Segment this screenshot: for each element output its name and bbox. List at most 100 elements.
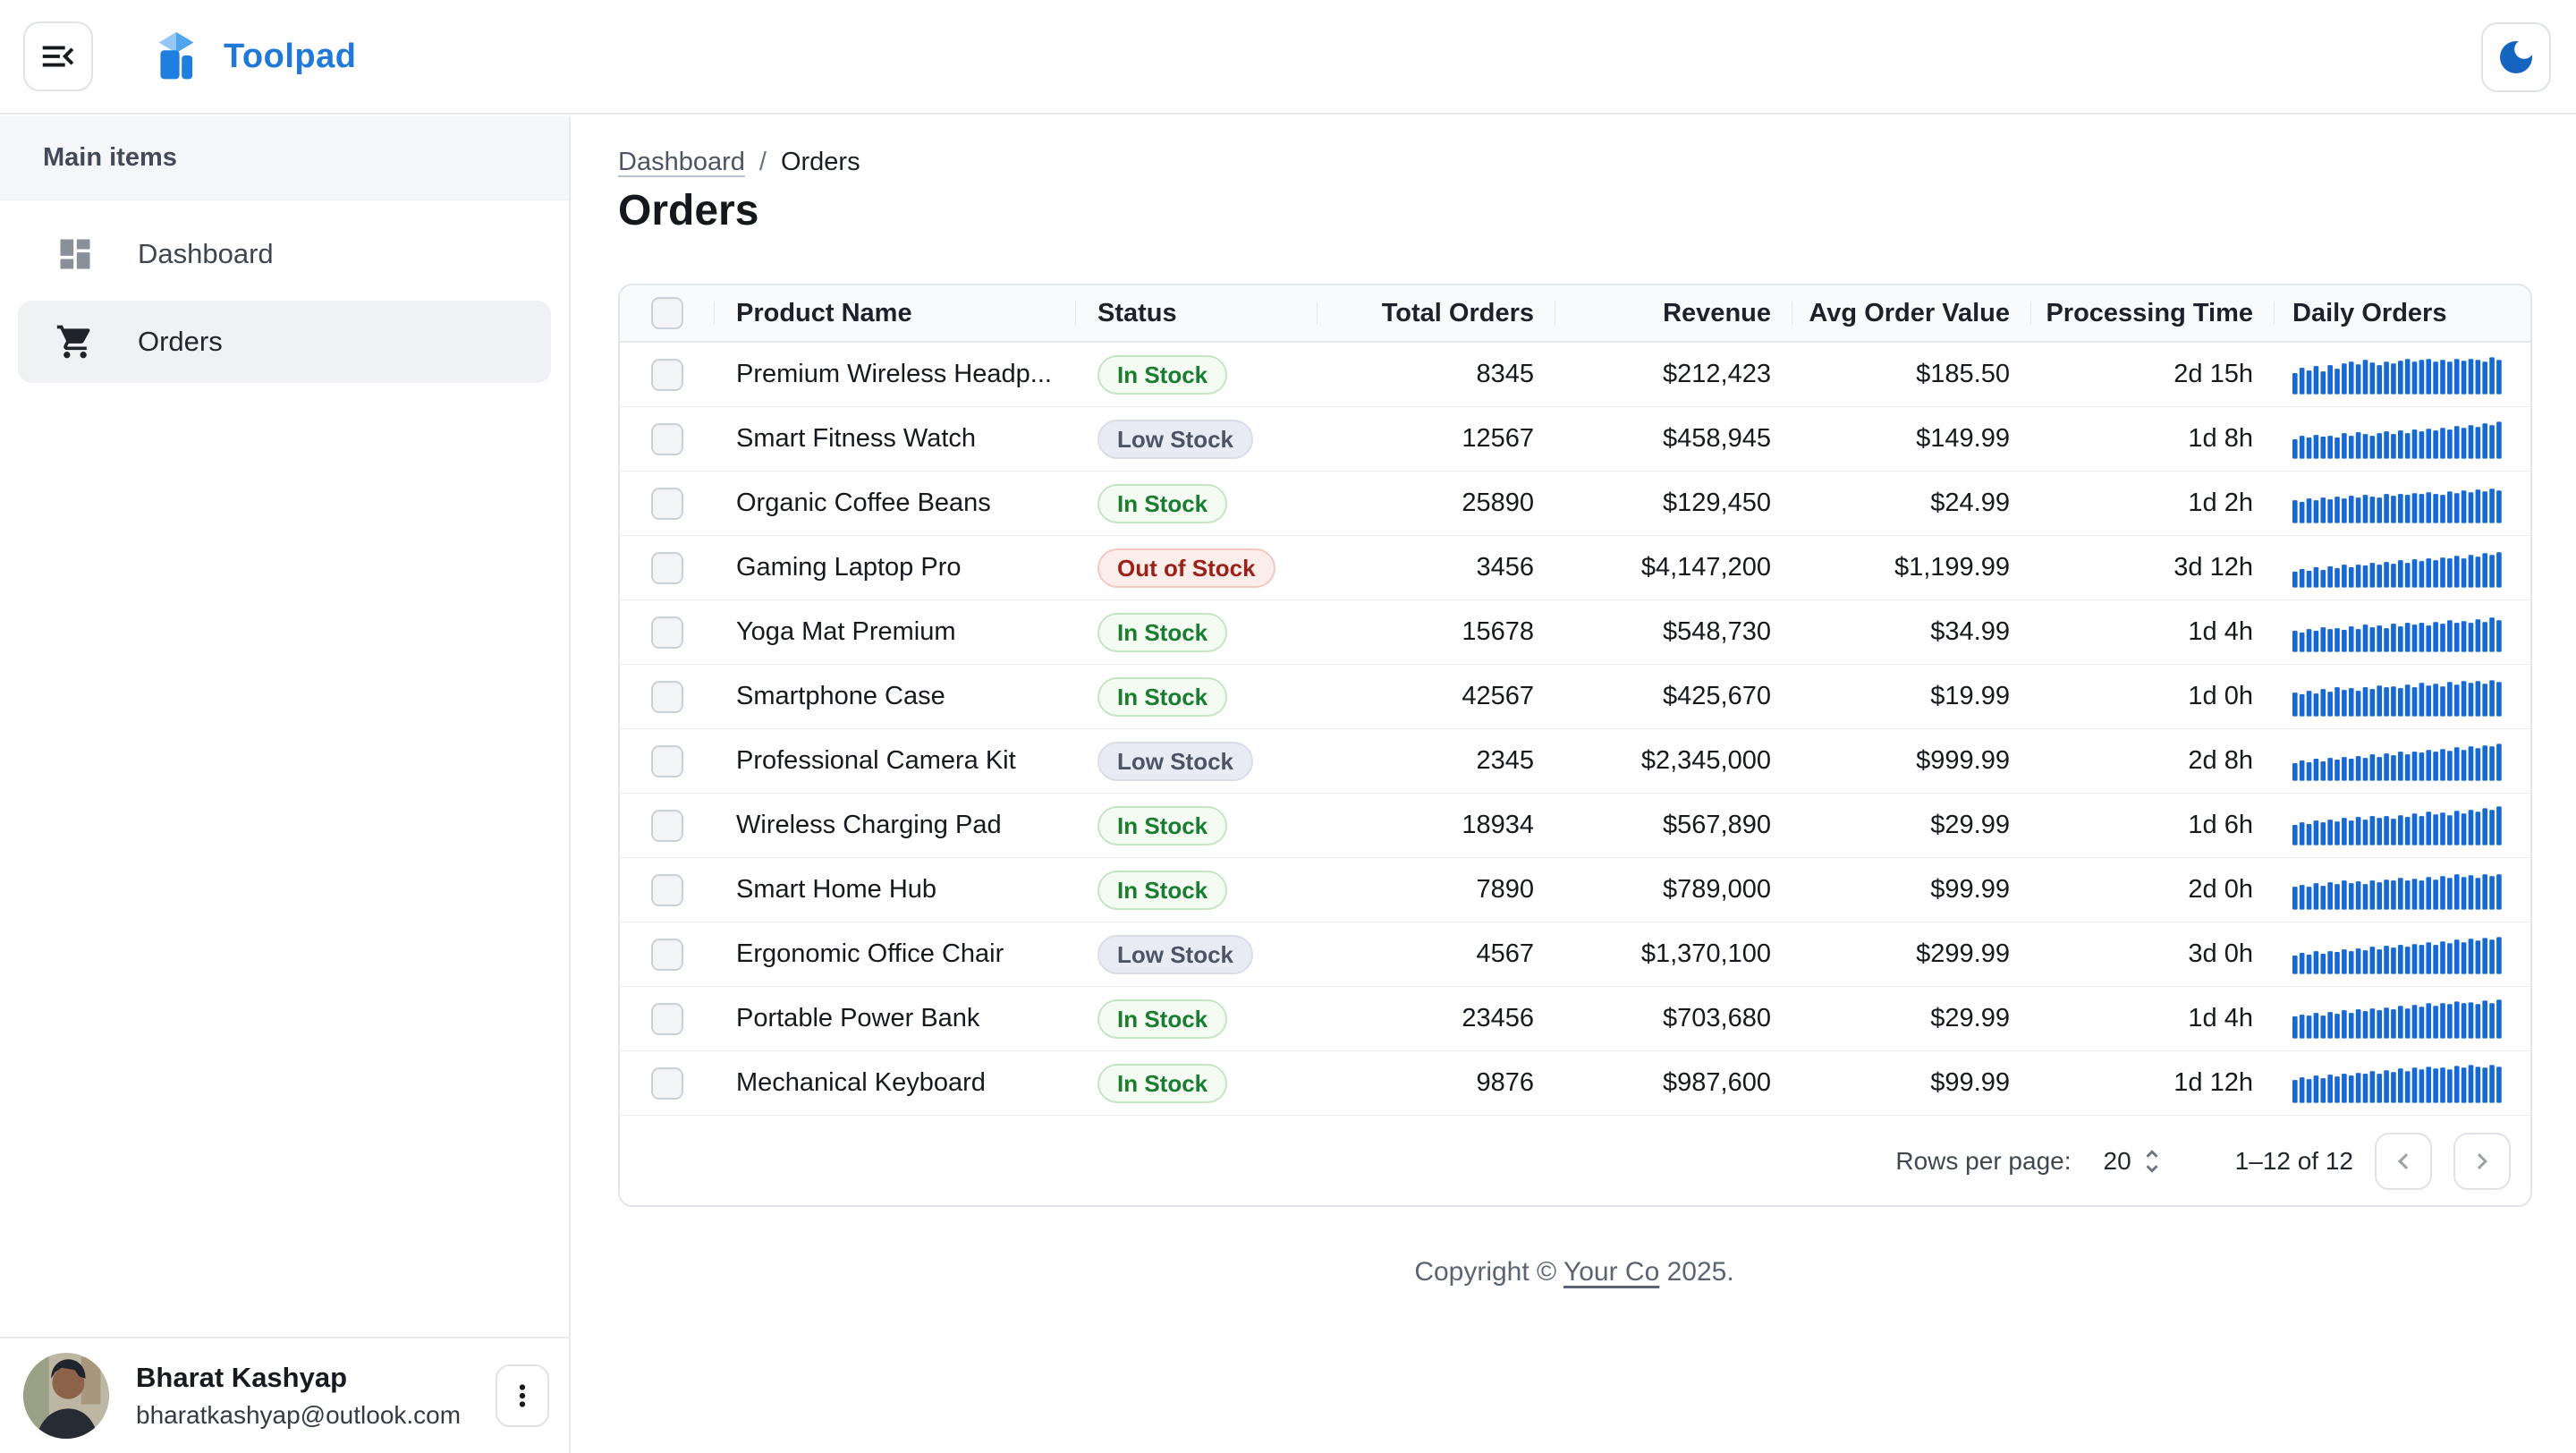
processing-time-cell[interactable]: 3d 0h xyxy=(2031,922,2275,986)
total-orders-cell[interactable]: 42567 xyxy=(1318,665,1555,728)
avg-order-value-cell[interactable]: $99.99 xyxy=(1792,1051,2031,1115)
total-orders-cell[interactable]: 2345 xyxy=(1318,729,1555,793)
avg-order-value-cell[interactable]: $24.99 xyxy=(1792,472,2031,535)
revenue-cell[interactable]: $567,890 xyxy=(1555,794,1792,857)
avg-order-value-cell[interactable]: $185.50 xyxy=(1792,343,2031,406)
row-checkbox[interactable] xyxy=(651,939,683,971)
row-checkbox[interactable] xyxy=(651,681,683,713)
total-orders-cell[interactable]: 3456 xyxy=(1318,536,1555,599)
avatar[interactable] xyxy=(23,1353,109,1439)
product-name-cell[interactable]: Gaming Laptop Pro xyxy=(715,536,1076,599)
sidebar-item-dashboard[interactable]: Dashboard xyxy=(18,213,551,295)
processing-time-cell[interactable]: 1d 4h xyxy=(2031,600,2275,664)
revenue-cell[interactable]: $4,147,200 xyxy=(1555,536,1792,599)
status-cell[interactable]: Low Stock xyxy=(1076,729,1318,793)
column-header-revenue[interactable]: Revenue xyxy=(1555,285,1792,341)
row-checkbox[interactable] xyxy=(651,359,683,391)
revenue-cell[interactable]: $789,000 xyxy=(1555,858,1792,922)
processing-time-cell[interactable]: 2d 8h xyxy=(2031,729,2275,793)
product-name-cell[interactable]: Professional Camera Kit xyxy=(715,729,1076,793)
total-orders-cell[interactable]: 18934 xyxy=(1318,794,1555,857)
row-checkbox[interactable] xyxy=(651,1003,683,1035)
processing-time-cell[interactable]: 1d 4h xyxy=(2031,987,2275,1050)
status-cell[interactable]: Low Stock xyxy=(1076,407,1318,471)
avg-order-value-cell[interactable]: $19.99 xyxy=(1792,665,2031,728)
column-header-avg-order-value[interactable]: Avg Order Value xyxy=(1792,285,2031,341)
row-checkbox[interactable] xyxy=(651,874,683,906)
avg-order-value-cell[interactable]: $299.99 xyxy=(1792,922,2031,986)
avg-order-value-cell[interactable]: $99.99 xyxy=(1792,858,2031,922)
processing-time-cell[interactable]: 1d 6h xyxy=(2031,794,2275,857)
column-header-product-name[interactable]: Product Name xyxy=(715,285,1076,341)
total-orders-cell[interactable]: 8345 xyxy=(1318,343,1555,406)
breadcrumb-dashboard-link[interactable]: Dashboard xyxy=(618,148,745,177)
total-orders-cell[interactable]: 9876 xyxy=(1318,1051,1555,1115)
avg-order-value-cell[interactable]: $999.99 xyxy=(1792,729,2031,793)
status-cell[interactable]: In Stock xyxy=(1076,858,1318,922)
revenue-cell[interactable]: $548,730 xyxy=(1555,600,1792,664)
rows-per-page-select[interactable]: 20 xyxy=(2104,1146,2167,1177)
row-checkbox[interactable] xyxy=(651,552,683,584)
row-checkbox[interactable] xyxy=(651,488,683,520)
sidebar-item-orders[interactable]: Orders xyxy=(18,301,551,383)
processing-time-cell[interactable]: 1d 12h xyxy=(2031,1051,2275,1115)
product-name-cell[interactable]: Smart Fitness Watch xyxy=(715,407,1076,471)
total-orders-cell[interactable]: 4567 xyxy=(1318,922,1555,986)
status-cell[interactable]: In Stock xyxy=(1076,343,1318,406)
avg-order-value-cell[interactable]: $29.99 xyxy=(1792,987,2031,1050)
next-page-button[interactable] xyxy=(2453,1133,2511,1190)
product-name-cell[interactable]: Wireless Charging Pad xyxy=(715,794,1076,857)
revenue-cell[interactable]: $703,680 xyxy=(1555,987,1792,1050)
column-header-status[interactable]: Status xyxy=(1076,285,1318,341)
account-menu-button[interactable] xyxy=(496,1364,549,1427)
status-cell[interactable]: In Stock xyxy=(1076,1051,1318,1115)
processing-time-cell[interactable]: 1d 2h xyxy=(2031,472,2275,535)
column-header-total-orders[interactable]: Total Orders xyxy=(1318,285,1555,341)
total-orders-cell[interactable]: 15678 xyxy=(1318,600,1555,664)
status-cell[interactable]: Low Stock xyxy=(1076,922,1318,986)
product-name-cell[interactable]: Smartphone Case xyxy=(715,665,1076,728)
status-cell[interactable]: In Stock xyxy=(1076,987,1318,1050)
status-cell[interactable]: Out of Stock xyxy=(1076,536,1318,599)
revenue-cell[interactable]: $987,600 xyxy=(1555,1051,1792,1115)
product-name-cell[interactable]: Portable Power Bank xyxy=(715,987,1076,1050)
row-checkbox[interactable] xyxy=(651,1067,683,1100)
processing-time-cell[interactable]: 1d 0h xyxy=(2031,665,2275,728)
processing-time-cell[interactable]: 2d 15h xyxy=(2031,343,2275,406)
product-name-cell[interactable]: Organic Coffee Beans xyxy=(715,472,1076,535)
status-cell[interactable]: In Stock xyxy=(1076,472,1318,535)
total-orders-cell[interactable]: 25890 xyxy=(1318,472,1555,535)
avg-order-value-cell[interactable]: $29.99 xyxy=(1792,794,2031,857)
product-name-cell[interactable]: Smart Home Hub xyxy=(715,858,1076,922)
avg-order-value-cell[interactable]: $1,199.99 xyxy=(1792,536,2031,599)
product-name-cell[interactable]: Premium Wireless Headp... xyxy=(715,343,1076,406)
processing-time-cell[interactable]: 3d 12h xyxy=(2031,536,2275,599)
avg-order-value-cell[interactable]: $34.99 xyxy=(1792,600,2031,664)
revenue-cell[interactable]: $2,345,000 xyxy=(1555,729,1792,793)
total-orders-cell[interactable]: 12567 xyxy=(1318,407,1555,471)
select-all-checkbox[interactable] xyxy=(651,297,683,329)
row-checkbox[interactable] xyxy=(651,745,683,777)
sidebar-collapse-button[interactable] xyxy=(23,21,93,91)
total-orders-cell[interactable]: 7890 xyxy=(1318,858,1555,922)
total-orders-cell[interactable]: 23456 xyxy=(1318,987,1555,1050)
product-name-cell[interactable]: Ergonomic Office Chair xyxy=(715,922,1076,986)
status-cell[interactable]: In Stock xyxy=(1076,794,1318,857)
revenue-cell[interactable]: $425,670 xyxy=(1555,665,1792,728)
row-checkbox[interactable] xyxy=(651,423,683,455)
revenue-cell[interactable]: $1,370,100 xyxy=(1555,922,1792,986)
revenue-cell[interactable]: $212,423 xyxy=(1555,343,1792,406)
column-header-daily-orders[interactable]: Daily Orders xyxy=(2275,285,2530,341)
processing-time-cell[interactable]: 2d 0h xyxy=(2031,858,2275,922)
avg-order-value-cell[interactable]: $149.99 xyxy=(1792,407,2031,471)
revenue-cell[interactable]: $458,945 xyxy=(1555,407,1792,471)
previous-page-button[interactable] xyxy=(2375,1133,2432,1190)
status-cell[interactable]: In Stock xyxy=(1076,600,1318,664)
processing-time-cell[interactable]: 1d 8h xyxy=(2031,407,2275,471)
footer-company-link[interactable]: Your Co xyxy=(1563,1257,1659,1287)
product-name-cell[interactable]: Mechanical Keyboard xyxy=(715,1051,1076,1115)
status-cell[interactable]: In Stock xyxy=(1076,665,1318,728)
brand[interactable]: Toolpad xyxy=(148,29,356,84)
theme-toggle-button[interactable] xyxy=(2481,22,2551,92)
column-header-processing-time[interactable]: Processing Time xyxy=(2031,285,2275,341)
